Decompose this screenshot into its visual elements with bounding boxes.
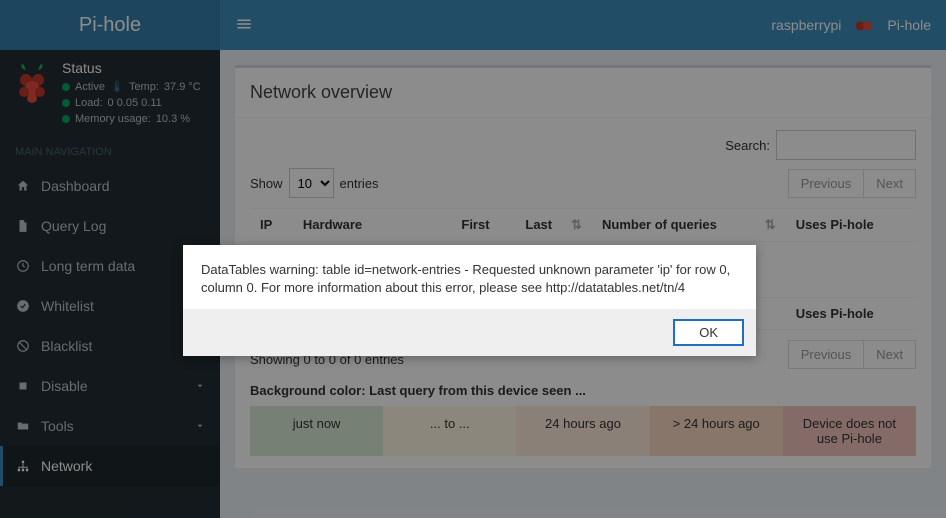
dialog-message: DataTables warning: table id=network-ent…: [183, 245, 756, 309]
ok-button[interactable]: OK: [673, 319, 744, 346]
alert-dialog: DataTables warning: table id=network-ent…: [183, 245, 756, 356]
